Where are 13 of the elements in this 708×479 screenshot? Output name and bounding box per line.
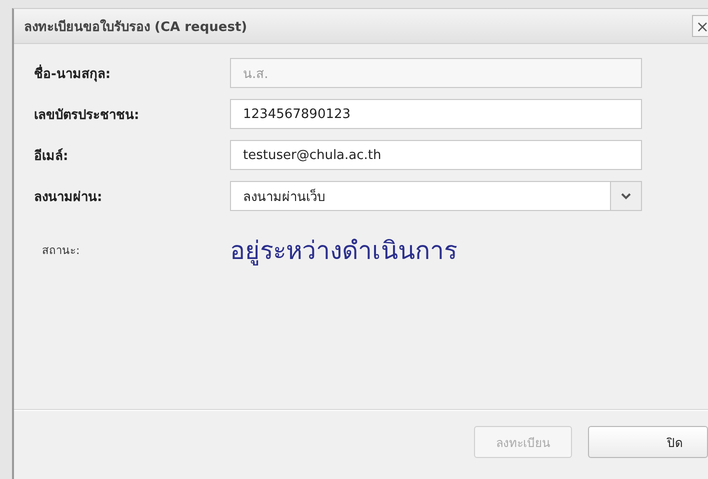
field-label: ชื่อ-นามสกุล: [34,64,112,84]
status-label: สถานะ: [42,243,81,259]
dropdown[interactable]: ลงนามผ่านเว็บ [230,181,642,211]
field-label: ลงนามผ่าน: [34,188,104,206]
input-field[interactable]: 1234567890123 [230,99,642,129]
status-text: อยู่ระหว่างดำเนินการ [230,235,457,268]
close-button[interactable]: × [692,15,708,37]
field-label: อีเมล์: [34,147,70,166]
input-field[interactable]: testuser@chula.ac.th [230,140,642,170]
field-label: เลขบัตรประชาชน: [34,106,140,124]
chevron-down-icon[interactable] [621,192,631,200]
window-title: ลงทะเบียนขอใบรับรอง (CA request) [24,18,248,36]
dialog-button[interactable]: ปิด [588,426,708,458]
